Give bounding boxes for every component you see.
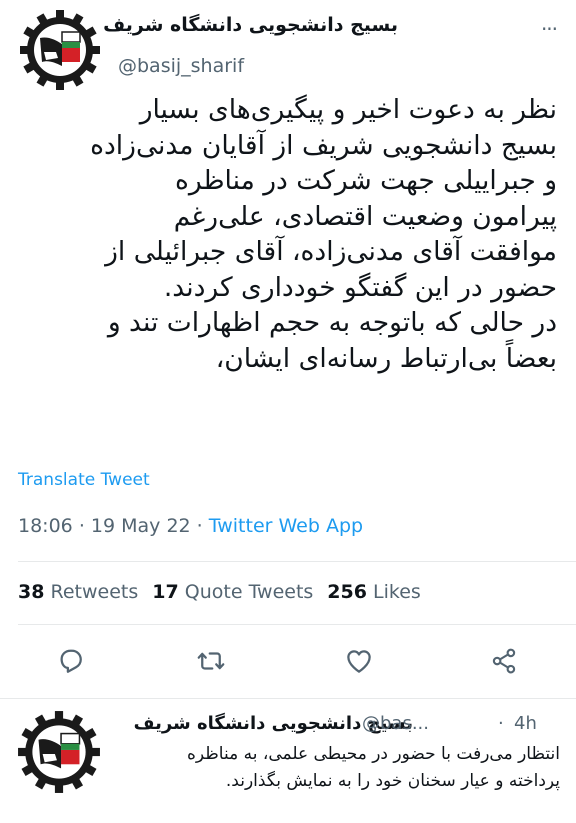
retweet-icon [197,652,225,670]
author-name[interactable]: بسیج دانشجویی دانشگاه شریف [103,14,398,36]
tweet-text-line: حضور در این گفتگو خودداری کردند. [163,271,557,303]
reply-text: انتظار می‌رفت با حضور در محیطی علمی، به … [118,741,560,795]
tweet-text-line: نظر به دعوت اخیر و پیگیری‌های بسیار [139,94,557,125]
quote-tweets-stat[interactable]: 17 Quote Tweets [152,581,313,603]
quote-tweets-label: Quote Tweets [184,581,314,603]
tweet-text-line: پیرامون وضعیت اقتصادی، علی‌رغم [173,200,557,232]
likes-count: 256 [327,581,367,603]
tweet-source-app[interactable]: Twitter Web App [209,515,363,537]
author-handle[interactable]: @basij_sharif [118,55,244,77]
tweet-stats: 38 Retweets 17 Quote Tweets 256 Likes [18,581,421,603]
tweet-time[interactable]: 18:06 [18,515,73,537]
more-icon[interactable]: ··· [539,19,559,42]
retweets-stat[interactable]: 38 Retweets [18,581,138,603]
reply-header: بسیج دانشجویی دانشگاه شریف @bas... · 4h [118,713,558,739]
tweet-metadata: 18:06 · 19 May 22 · Twitter Web App [18,515,363,537]
retweet-button[interactable] [196,646,226,676]
tweet-text-line: و جبراییلی جهت شرکت در مناظره [174,165,557,196]
reply-time[interactable]: 4h [514,713,537,734]
retweets-label: Retweets [50,581,139,603]
share-button[interactable] [489,646,519,676]
tweet-text-line: موافقت آقای مدنی‌زاده، آقای جبرائیلی از [105,236,557,267]
tweet-text-line: در حالی که باتوجه به حجم اظهارات تند و [107,307,557,338]
tweet-text-line: بسیج دانشجویی شریف از آقایان مدنی‌زاده [90,129,557,161]
reply-text-line: پرداخته و عیار سخنان خود را به نمایش بگذ… [225,771,560,791]
tweet-text-line: بعضاً بی‌ارتباط رسانه‌ای ایشان، [215,342,557,374]
divider [18,561,576,562]
basij-sharif-logo [16,709,102,795]
reply-separator: · [498,713,504,734]
divider [0,698,576,699]
share-icon [492,648,516,674]
likes-label: Likes [373,581,421,603]
tweet-text: نظر به دعوت اخیر و پیگیری‌های بسیار بسیج… [20,92,557,376]
meta-separator: · [78,515,85,537]
likes-stat[interactable]: 256 Likes [327,581,421,603]
translate-tweet-link[interactable]: Translate Tweet [18,470,150,490]
retweets-count: 38 [18,581,45,603]
like-button[interactable] [344,646,374,676]
quote-tweets-count: 17 [152,581,179,603]
like-icon [347,650,371,673]
tweet-date[interactable]: 19 May 22 [91,515,191,537]
reply-author-avatar[interactable] [16,709,102,795]
reply-button[interactable] [56,646,86,676]
author-avatar[interactable] [18,8,102,92]
meta-separator: · [196,515,203,537]
reply-icon [60,649,82,673]
basij-sharif-logo [18,8,102,92]
divider [18,624,576,625]
reply-text-line: انتظار می‌رفت با حضور در محیطی علمی، به … [186,744,560,764]
reply-author-handle[interactable]: @bas... [362,713,429,734]
